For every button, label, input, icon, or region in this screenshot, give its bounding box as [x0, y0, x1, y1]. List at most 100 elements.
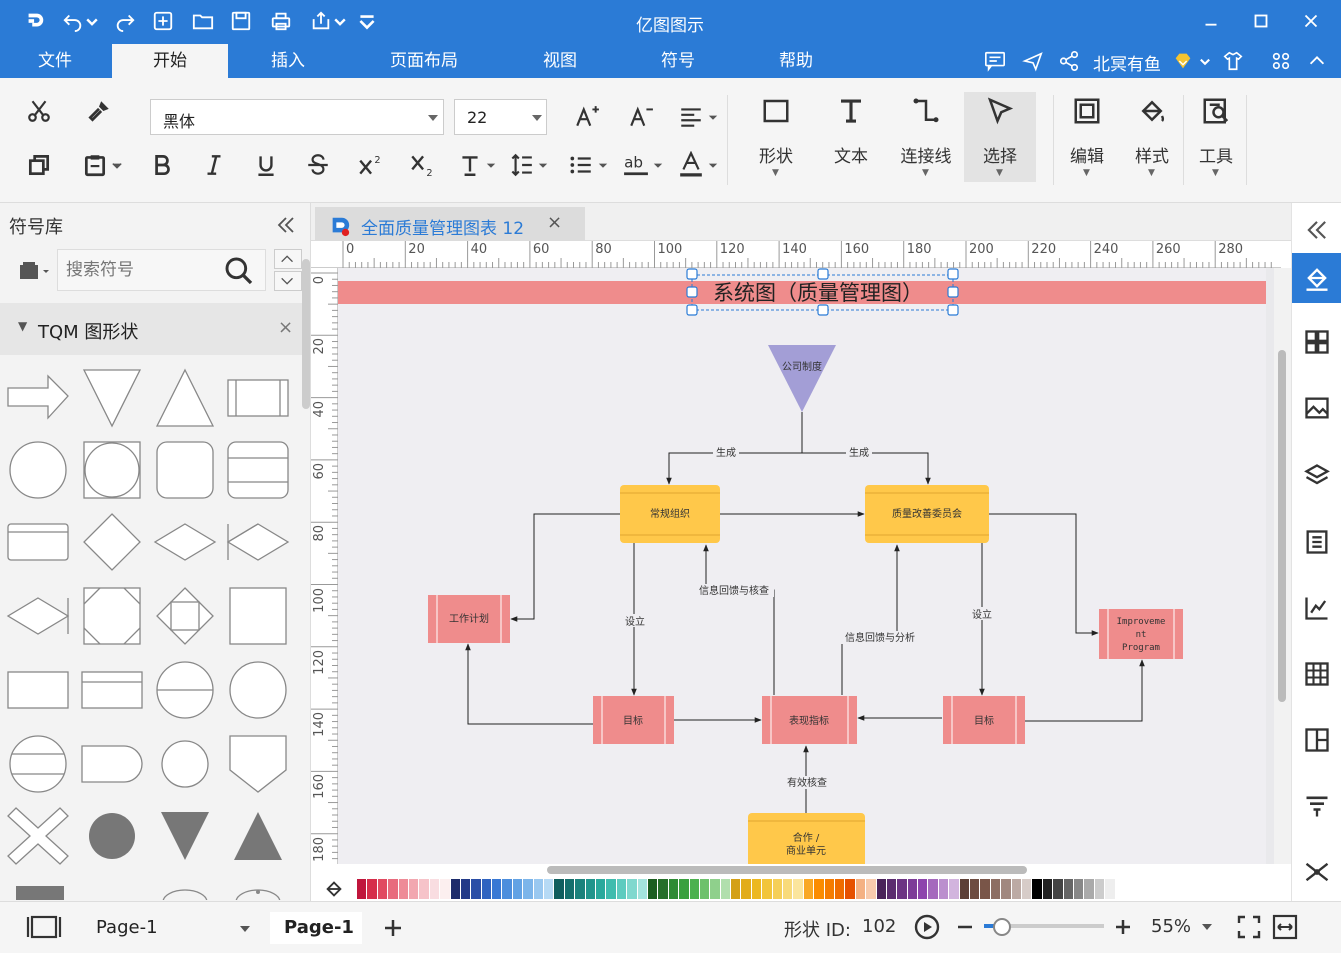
color-swatch[interactable] — [803, 879, 815, 899]
edit-button[interactable]: 编辑 ▼ — [1051, 92, 1123, 182]
zoom-in-icon[interactable] — [1113, 917, 1133, 937]
color-swatch[interactable] — [492, 879, 503, 899]
color-swatch[interactable] — [1001, 879, 1012, 899]
color-swatch[interactable] — [783, 879, 794, 899]
table-icon[interactable] — [1292, 649, 1341, 699]
color-swatch[interactable] — [357, 879, 368, 899]
shape-cross[interactable] — [6, 806, 70, 866]
menu-file[interactable]: 文件 — [0, 44, 110, 78]
color-swatch[interactable] — [388, 879, 399, 899]
color-swatch[interactable] — [377, 879, 389, 899]
shape-rounded-square[interactable] — [153, 440, 217, 500]
color-swatch[interactable] — [907, 879, 919, 899]
scroll-up-button[interactable] — [274, 249, 302, 269]
fill-bucket-icon[interactable] — [323, 878, 345, 900]
zoom-out-icon[interactable] — [955, 917, 975, 937]
strikethrough-icon[interactable] — [303, 150, 333, 180]
fit-page-icon[interactable] — [1236, 914, 1262, 940]
collapse-panel-icon[interactable] — [274, 213, 298, 237]
color-swatch[interactable] — [938, 879, 950, 899]
shape-octagon-square[interactable] — [80, 586, 144, 646]
node-goal-left[interactable]: 目标 — [593, 696, 674, 744]
color-swatch[interactable] — [897, 879, 908, 899]
increase-font-icon[interactable] — [572, 102, 602, 132]
layout-grid-icon[interactable] — [1292, 317, 1341, 367]
color-swatch[interactable] — [699, 879, 711, 899]
app-logo-icon[interactable] — [22, 8, 48, 34]
zoom-level[interactable]: 55% — [1151, 916, 1191, 937]
color-swatch[interactable] — [1073, 879, 1085, 899]
node-committee[interactable]: 质量改善委员会 — [865, 485, 989, 543]
shape-header-rect[interactable] — [80, 660, 144, 720]
color-swatch[interactable] — [959, 879, 971, 899]
open-folder-icon[interactable] — [190, 8, 216, 34]
page-select[interactable]: Page-1 — [80, 912, 258, 944]
shape-square[interactable] — [226, 586, 290, 646]
chart-icon[interactable] — [1292, 583, 1341, 633]
color-swatch[interactable] — [1063, 879, 1074, 899]
page-properties-icon[interactable] — [1292, 517, 1341, 567]
font-size-select[interactable]: 22 — [454, 99, 547, 135]
color-swatch[interactable] — [627, 879, 638, 899]
color-swatch[interactable] — [793, 879, 804, 899]
layers-icon[interactable] — [1292, 451, 1341, 501]
shape-card[interactable] — [6, 512, 70, 572]
color-swatch[interactable] — [637, 879, 648, 899]
undo-dropdown-icon[interactable] — [84, 8, 100, 34]
shape-rectangle[interactable] — [6, 660, 70, 720]
horizontal-scroll-thumb[interactable] — [547, 866, 1027, 874]
color-swatch[interactable] — [367, 879, 378, 899]
shape-arrow[interactable] — [6, 368, 70, 428]
customize-quick-access-icon[interactable] — [356, 8, 378, 34]
color-swatch[interactable] — [1032, 879, 1043, 899]
color-swatch[interactable] — [876, 879, 887, 899]
fit-width-icon[interactable] — [1272, 914, 1298, 940]
menu-view[interactable]: 视图 — [502, 44, 618, 78]
color-swatch[interactable] — [554, 879, 565, 899]
decrease-font-icon[interactable] — [626, 102, 656, 132]
color-swatch[interactable] — [668, 879, 680, 899]
shape-pentagon[interactable] — [226, 734, 290, 794]
color-swatch[interactable] — [886, 879, 898, 899]
shape-diamond-in-octagon[interactable] — [153, 586, 217, 646]
theme-shirt-icon[interactable] — [1220, 48, 1246, 74]
add-page-icon[interactable] — [382, 917, 404, 939]
shape-bowtie-diamond[interactable] — [226, 512, 290, 572]
shape-delay[interactable] — [80, 734, 144, 794]
shape-diamond[interactable] — [80, 512, 144, 572]
color-swatch[interactable] — [544, 879, 555, 899]
underline-icon[interactable] — [251, 150, 281, 180]
color-swatch[interactable] — [564, 879, 576, 899]
play-presentation-icon[interactable] — [913, 913, 941, 941]
shape-triangle-down[interactable] — [80, 368, 144, 428]
account-dropdown-icon[interactable] — [1198, 48, 1212, 74]
shape-filled-rect[interactable] — [6, 882, 70, 900]
undo-icon[interactable] — [60, 8, 86, 34]
color-swatch[interactable] — [408, 879, 420, 899]
color-swatch[interactable] — [762, 879, 773, 899]
paste-dropdown-icon[interactable] — [110, 156, 124, 174]
account-name[interactable]: 北冥有鱼 — [1093, 50, 1161, 75]
copy-icon[interactable] — [24, 150, 54, 180]
color-swatch[interactable] — [481, 879, 493, 899]
cut-icon[interactable] — [24, 96, 54, 126]
color-swatch[interactable] — [533, 879, 545, 899]
font-color-icon[interactable] — [675, 148, 707, 180]
shape-process-rect[interactable] — [226, 368, 290, 428]
resize-handle[interactable] — [947, 304, 959, 316]
node-cooperation[interactable]: 合作 / 商业单元 — [748, 813, 865, 864]
font-color-dropdown-icon[interactable] — [706, 158, 720, 172]
bullet-list-icon[interactable] — [566, 150, 596, 180]
text-button[interactable]: 文本 — [815, 92, 887, 182]
resize-handle[interactable] — [817, 304, 829, 316]
bold-icon[interactable] — [147, 150, 177, 180]
color-swatch[interactable] — [824, 879, 835, 899]
image-icon[interactable] — [1292, 383, 1341, 433]
resize-handle[interactable] — [686, 286, 698, 298]
symbol-search-box[interactable] — [57, 249, 266, 291]
minimize-icon[interactable] — [1198, 8, 1224, 34]
bullet-list-dropdown-icon[interactable] — [596, 158, 610, 172]
color-swatch[interactable] — [1011, 879, 1022, 899]
node-indicator[interactable]: 表现指标 — [762, 696, 857, 744]
shape-diamond-bar[interactable] — [6, 586, 70, 646]
